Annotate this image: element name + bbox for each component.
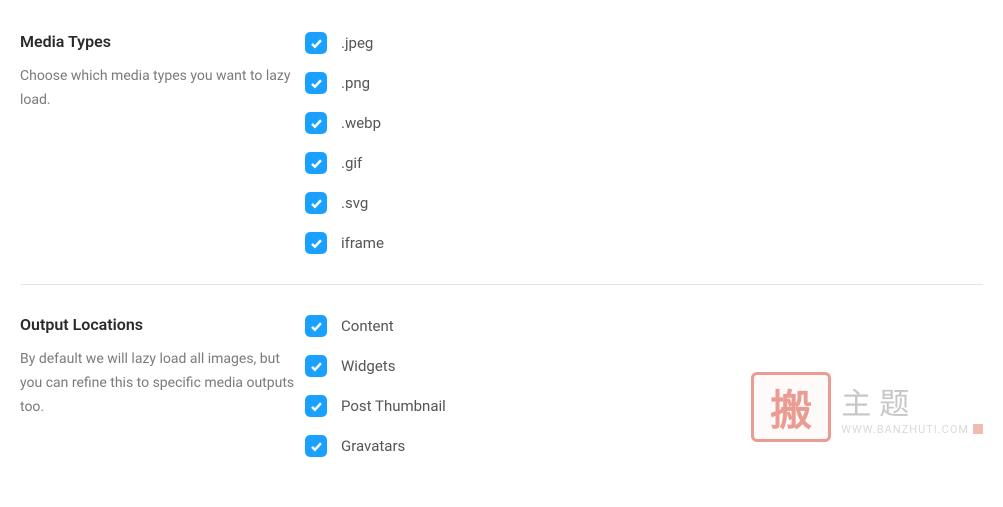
checkbox-checked-icon xyxy=(305,395,327,417)
watermark: 搬 主题 WWW.BANZHUTI.COM xyxy=(751,372,983,442)
section-media-types: Media Types Choose which media types you… xyxy=(20,32,983,284)
option-gif[interactable]: .gif xyxy=(305,152,983,174)
checkbox-checked-icon xyxy=(305,435,327,457)
option-label: iframe xyxy=(341,234,384,252)
checkbox-checked-icon xyxy=(305,72,327,94)
checkbox-checked-icon xyxy=(305,32,327,54)
watermark-title: 主题 xyxy=(841,379,917,423)
option-label: .png xyxy=(341,74,370,92)
checkbox-checked-icon xyxy=(305,192,327,214)
watermark-text: 主题 WWW.BANZHUTI.COM xyxy=(841,379,983,436)
option-label: Gravatars xyxy=(341,437,405,455)
media-types-options: .jpeg .png .webp .gif .svg iframe xyxy=(305,32,983,254)
option-label: .svg xyxy=(341,194,368,212)
section-description: Choose which media types you want to laz… xyxy=(20,65,305,113)
option-webp[interactable]: .webp xyxy=(305,112,983,134)
option-label: Widgets xyxy=(341,357,395,375)
checkbox-checked-icon xyxy=(305,152,327,174)
option-label: Post Thumbnail xyxy=(341,397,446,415)
checkbox-checked-icon xyxy=(305,355,327,377)
watermark-stamp-icon: 搬 xyxy=(751,372,831,442)
watermark-dot-icon xyxy=(973,424,983,434)
option-content[interactable]: Content xyxy=(305,315,983,337)
section-title: Media Types xyxy=(20,32,305,51)
checkbox-checked-icon xyxy=(305,112,327,134)
checkbox-checked-icon xyxy=(305,315,327,337)
option-png[interactable]: .png xyxy=(305,72,983,94)
section-header: Output Locations By default we will lazy… xyxy=(20,315,305,457)
option-label: .webp xyxy=(341,114,381,132)
watermark-url-text: WWW.BANZHUTI.COM xyxy=(841,423,969,436)
option-iframe[interactable]: iframe xyxy=(305,232,983,254)
section-description: By default we will lazy load all images,… xyxy=(20,348,305,419)
option-label: Content xyxy=(341,317,394,335)
option-svg[interactable]: .svg xyxy=(305,192,983,214)
option-jpeg[interactable]: .jpeg xyxy=(305,32,983,54)
option-label: .jpeg xyxy=(341,34,373,52)
watermark-url: WWW.BANZHUTI.COM xyxy=(841,423,983,436)
checkbox-checked-icon xyxy=(305,232,327,254)
option-label: .gif xyxy=(341,154,362,172)
section-title: Output Locations xyxy=(20,315,305,334)
section-header: Media Types Choose which media types you… xyxy=(20,32,305,254)
